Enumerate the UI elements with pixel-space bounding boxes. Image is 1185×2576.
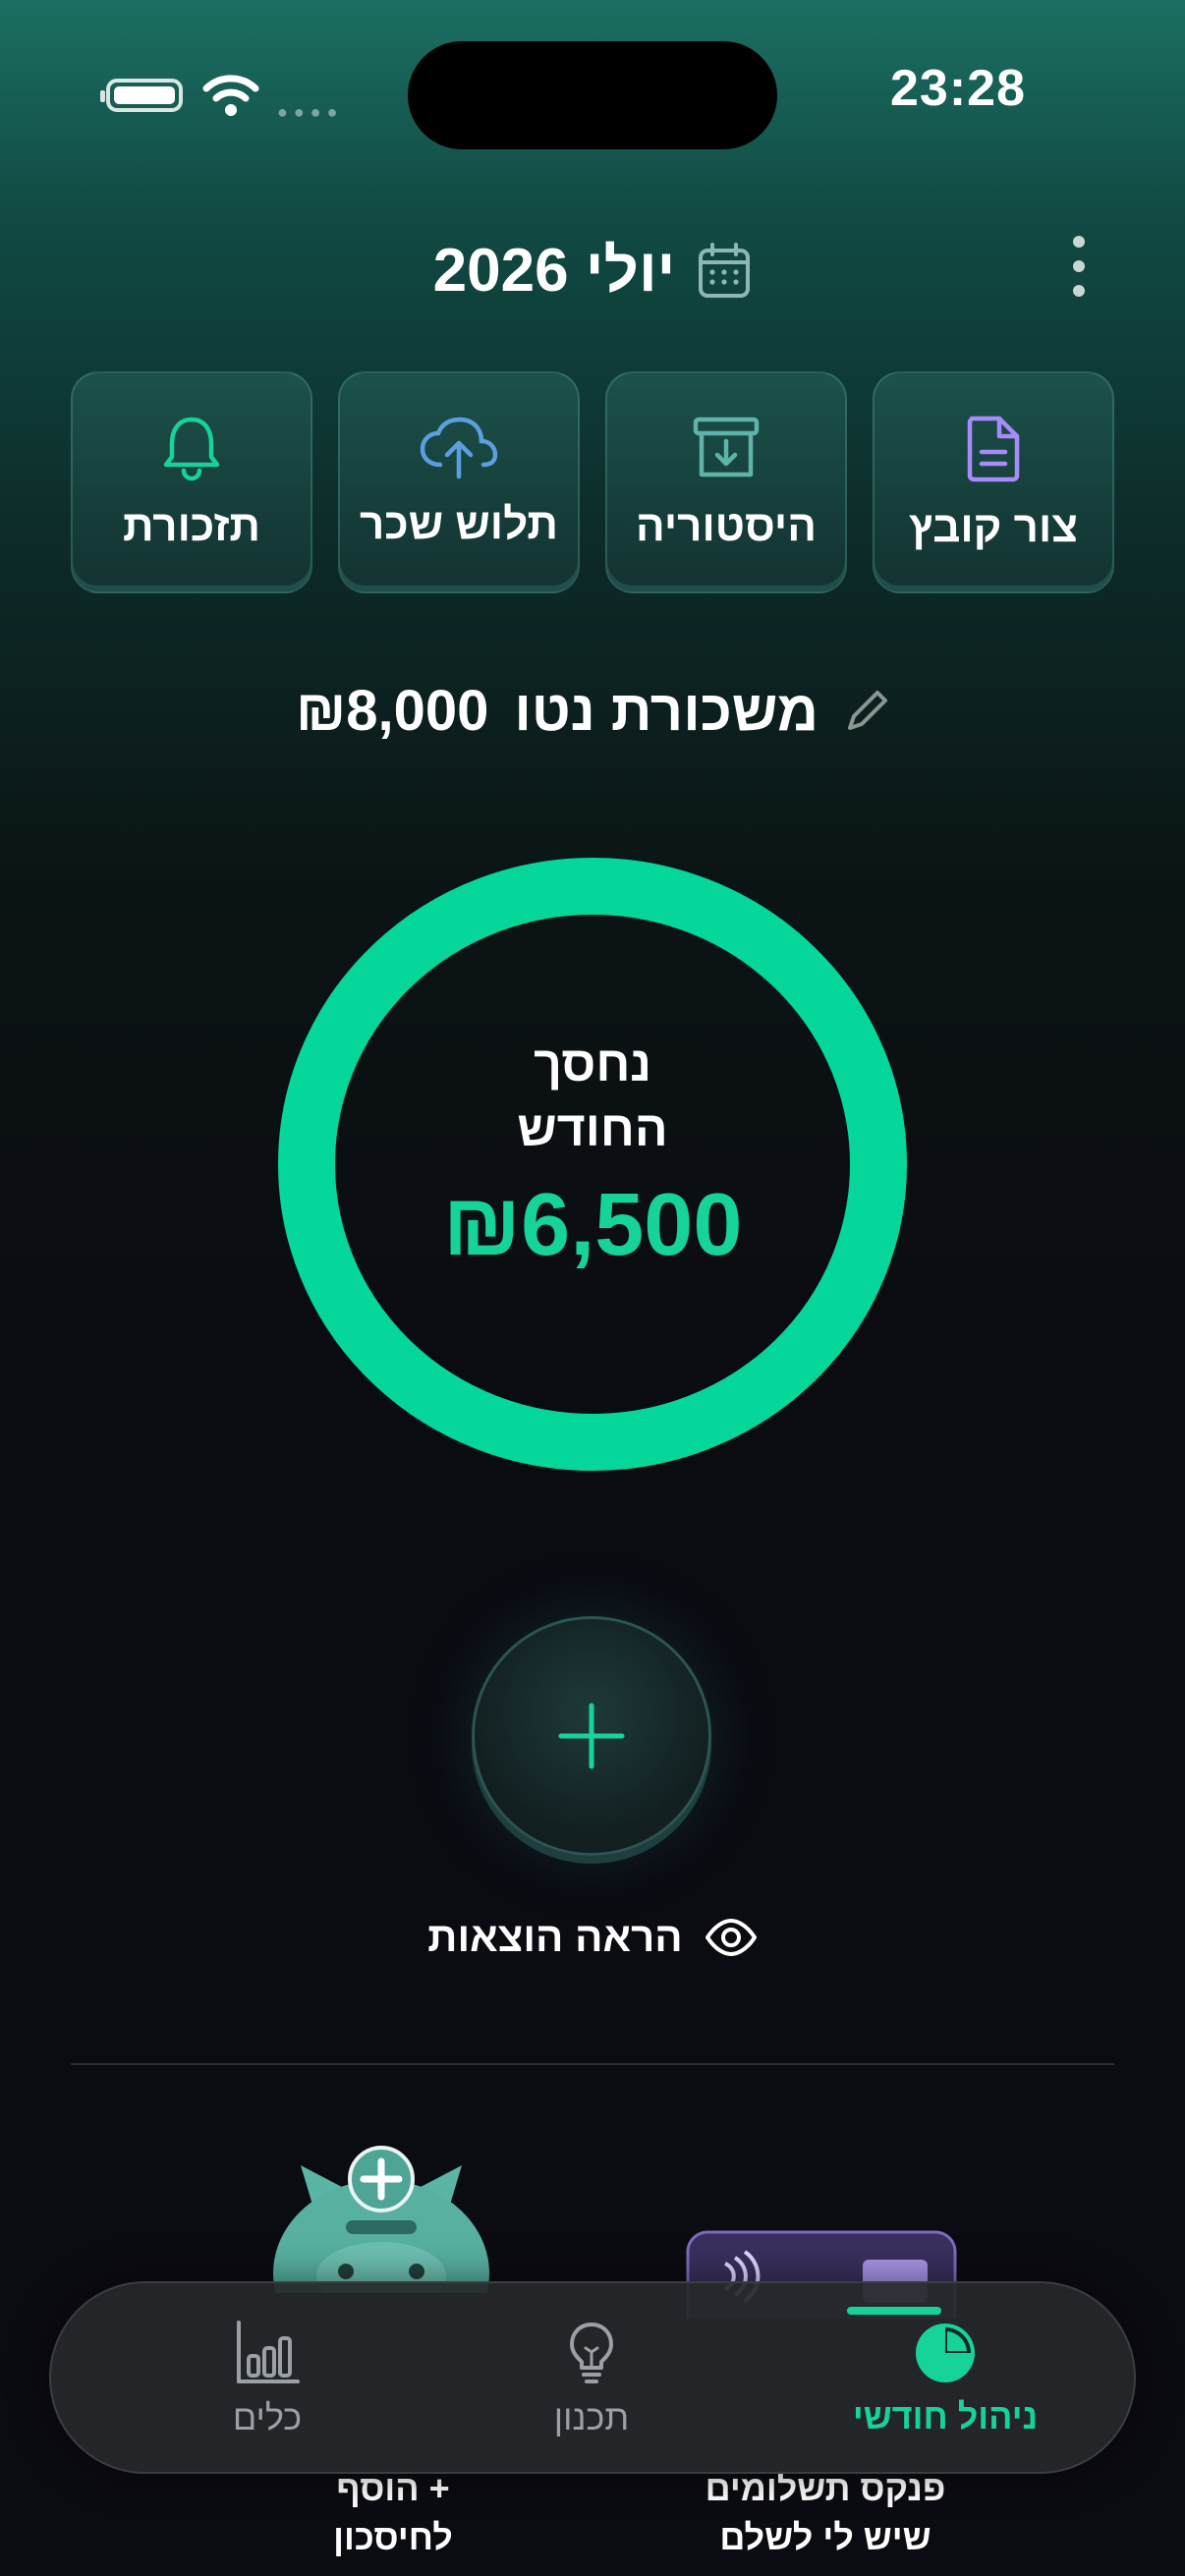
show-expenses-toggle[interactable]: הראה הוצאות	[0, 1914, 1185, 1961]
quick-actions: תזכורת תלוש שכר היסטוריה צור קובץ	[71, 371, 1114, 593]
pie-chart-icon	[916, 2324, 975, 2382]
tab-planning-label: תכנון	[553, 2397, 630, 2437]
reminder-button[interactable]: תזכורת	[71, 371, 312, 593]
savings-summary: נחסך החודש ₪6,500	[393, 1032, 792, 1276]
net-salary-row[interactable]: ₪8,000 משכורת נטו	[0, 678, 1185, 744]
savings-amount: ₪6,500	[442, 1176, 743, 1274]
calendar-icon	[699, 242, 751, 298]
section-divider	[71, 2063, 1114, 2065]
add-expense-button[interactable]	[472, 1616, 711, 1856]
payslip-button[interactable]: תלוש שכר	[338, 371, 580, 593]
wifi-icon	[202, 75, 259, 116]
dynamic-island	[408, 41, 777, 149]
status-time: 23:28	[890, 60, 1026, 117]
history-button[interactable]: היסטוריה	[605, 371, 847, 593]
page-title: יולי 2026	[432, 237, 676, 305]
net-salary-label: משכורת נטו	[514, 679, 819, 743]
bell-icon	[163, 417, 220, 481]
savings-label-line2: החודש	[517, 1101, 668, 1156]
battery-icon	[100, 79, 183, 112]
pencil-icon[interactable]	[844, 689, 889, 734]
tab-planning[interactable]: תכנון	[483, 2283, 700, 2476]
history-label: היסטוריה	[636, 502, 817, 550]
plus-icon	[558, 1703, 625, 1769]
bottom-tab-bar: כלים תכנון ניהול חודשי	[49, 2281, 1136, 2474]
cloud-upload-icon	[420, 417, 498, 479]
month-selector[interactable]: יולי 2026	[0, 236, 1185, 306]
tab-tools-label: כלים	[232, 2397, 303, 2437]
payments-book-line2: שיש לי לשלם	[719, 2517, 931, 2557]
payments-book-label[interactable]: פנקס תשלומים שיש לי לשלם	[688, 2464, 963, 2562]
show-expenses-label: הראה הוצאות	[427, 1914, 683, 1960]
create-file-label: צור קובץ	[908, 503, 1079, 551]
lightbulb-icon	[570, 2323, 613, 2383]
active-tab-indicator	[847, 2307, 941, 2315]
tab-tools[interactable]: כלים	[159, 2283, 375, 2476]
bar-chart-icon	[237, 2321, 300, 2383]
add-to-savings-label[interactable]: + הוסף לחיסכון	[295, 2464, 491, 2562]
cellular-signal-icon: ●●●●	[277, 102, 344, 122]
savings-label-line1: נחסך	[534, 1036, 651, 1092]
piggy-bank-icon[interactable]	[263, 2146, 499, 2293]
eye-icon	[705, 1919, 757, 1956]
add-to-savings-line2: לחיסכון	[333, 2517, 453, 2557]
archive-download-icon	[693, 417, 760, 477]
tab-monthly-management-label: ניהול חודשי	[852, 2396, 1039, 2436]
file-icon	[967, 416, 1020, 482]
reminder-label: תזכורת	[122, 502, 260, 550]
net-salary-amount: ₪8,000	[295, 679, 489, 743]
more-vertical-icon[interactable]	[1067, 236, 1091, 297]
create-file-button[interactable]: צור קובץ	[873, 371, 1114, 593]
payslip-label: תלוש שכר	[360, 500, 558, 548]
